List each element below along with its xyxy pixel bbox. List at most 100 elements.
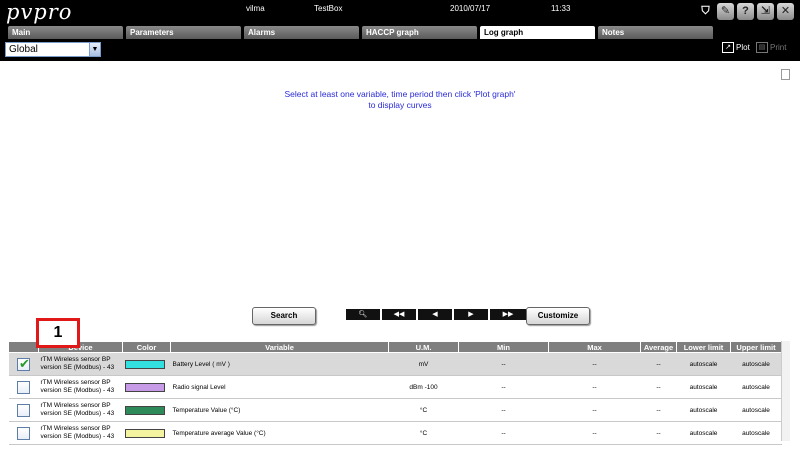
rewind-fast-icon[interactable]: ◀◀ bbox=[382, 309, 416, 320]
min-cell: -- bbox=[458, 375, 549, 399]
color-swatch[interactable] bbox=[124, 359, 165, 369]
device-cell: rTM Wireless sensor BP version SE (Modbus… bbox=[38, 398, 123, 422]
tab-bar: Main Parameters Alarms HACCP graph Log g… bbox=[0, 26, 800, 39]
graph-message: Select at least one variable, time perio… bbox=[200, 89, 600, 111]
row-checkbox[interactable] bbox=[17, 426, 30, 440]
average-cell: -- bbox=[640, 375, 677, 399]
um-cell: mV bbox=[388, 352, 459, 376]
row-checkbox[interactable] bbox=[17, 403, 30, 417]
print-label: Print bbox=[770, 43, 787, 52]
lower-limit-cell[interactable]: autoscale bbox=[676, 421, 731, 445]
min-cell: -- bbox=[458, 421, 549, 445]
header-um: U.M. bbox=[388, 341, 459, 353]
tab-main[interactable]: Main bbox=[8, 26, 123, 39]
variable-cell: Temperature average Value (°C) bbox=[170, 421, 389, 445]
app-logo: pvpro bbox=[6, 0, 73, 24]
table-scrollbar[interactable] bbox=[781, 341, 790, 441]
plot-button[interactable]: ↗ Plot bbox=[722, 42, 750, 53]
header-min: Min bbox=[458, 341, 549, 353]
scope-select[interactable]: Global ▼ bbox=[5, 42, 101, 57]
checkmark-icon: ✔ bbox=[19, 355, 30, 371]
row-checkbox[interactable]: ✔ bbox=[17, 355, 30, 371]
close-icon[interactable]: ✕ bbox=[777, 3, 794, 20]
variable-cell: Battery Level ( mV ) bbox=[170, 352, 389, 376]
color-cell[interactable] bbox=[122, 375, 171, 399]
variable-cell: Radio signal Level bbox=[170, 375, 389, 399]
color-swatch[interactable] bbox=[124, 405, 165, 415]
max-cell: -- bbox=[548, 398, 641, 422]
tools-icon[interactable]: ✎ bbox=[717, 3, 734, 20]
lower-limit-cell[interactable]: autoscale bbox=[676, 375, 731, 399]
logout-icon[interactable]: ⇲ bbox=[757, 3, 774, 20]
lower-limit-cell[interactable]: autoscale bbox=[676, 352, 731, 376]
header-lower-limit: Lower limit bbox=[676, 341, 731, 353]
rewind-icon[interactable]: ◀ bbox=[418, 309, 452, 320]
zoom-icon[interactable]: 🔍︎ bbox=[346, 309, 380, 320]
max-cell: -- bbox=[548, 352, 641, 376]
upper-limit-cell[interactable]: autoscale bbox=[730, 421, 782, 445]
title-bar-icons: ⛉ ✎ ? ⇲ ✕ bbox=[697, 3, 794, 20]
variables-table: Device Color Variable U.M. Min Max Avera… bbox=[8, 341, 782, 445]
header-color: Color bbox=[122, 341, 171, 353]
max-cell: -- bbox=[548, 375, 641, 399]
average-cell: -- bbox=[640, 398, 677, 422]
date-label: 2010/07/17 bbox=[450, 4, 491, 13]
um-cell: dBm -100 bbox=[388, 375, 459, 399]
tab-alarms[interactable]: Alarms bbox=[244, 26, 359, 39]
header-max: Max bbox=[548, 341, 641, 353]
scope-select-value: Global bbox=[9, 44, 38, 55]
title-bar: pvpro vilma TestBox 2010/07/17 11:33 ⛉ ✎… bbox=[0, 0, 800, 26]
graph-scrollbar[interactable] bbox=[781, 69, 790, 80]
tab-log-graph[interactable]: Log graph bbox=[480, 26, 595, 39]
time-navigation: 🔍︎ ◀◀ ◀ ▶ ▶▶ bbox=[346, 309, 526, 320]
min-cell: -- bbox=[458, 398, 549, 422]
header-upper-limit: Upper limit bbox=[730, 341, 782, 353]
search-button[interactable]: Search bbox=[252, 307, 316, 325]
color-swatch[interactable] bbox=[124, 382, 165, 392]
print-button[interactable]: ▤ Print bbox=[756, 42, 786, 53]
min-cell: -- bbox=[458, 352, 549, 376]
row-checkbox[interactable] bbox=[17, 380, 30, 394]
printer-icon: ▤ bbox=[756, 42, 768, 53]
tab-parameters[interactable]: Parameters bbox=[126, 26, 241, 39]
color-cell[interactable] bbox=[122, 352, 171, 376]
lower-limit-cell[interactable]: autoscale bbox=[676, 398, 731, 422]
upper-limit-cell[interactable]: autoscale bbox=[730, 375, 782, 399]
table-row[interactable]: rTM Wireless sensor BP version SE (Modbus… bbox=[8, 398, 782, 422]
device-cell: rTM Wireless sensor BP version SE (Modbus… bbox=[38, 375, 123, 399]
forward-fast-icon[interactable]: ▶▶ bbox=[490, 309, 526, 320]
table-header-row: Device Color Variable U.M. Min Max Avera… bbox=[8, 341, 782, 353]
toolbar: Global ▼ ↗ Plot ▤ Print bbox=[0, 39, 800, 61]
shield-icon[interactable]: ⛉ bbox=[697, 3, 714, 20]
time-label: 11:33 bbox=[551, 4, 571, 13]
average-cell: -- bbox=[640, 421, 677, 445]
upper-limit-cell[interactable]: autoscale bbox=[730, 398, 782, 422]
table-row[interactable]: rTM Wireless sensor BP version SE (Modbus… bbox=[8, 421, 782, 445]
chart-icon: ↗ bbox=[722, 42, 734, 53]
um-cell: °C bbox=[388, 398, 459, 422]
variable-cell: Temperature Value (°C) bbox=[170, 398, 389, 422]
table-row[interactable]: rTM Wireless sensor BP version SE (Modbus… bbox=[8, 375, 782, 399]
um-cell: °C bbox=[388, 421, 459, 445]
average-cell: -- bbox=[640, 352, 677, 376]
device-cell: rTM Wireless sensor BP version SE (Modbus… bbox=[38, 421, 123, 445]
color-swatch[interactable] bbox=[124, 428, 165, 438]
upper-limit-cell[interactable]: autoscale bbox=[730, 352, 782, 376]
max-cell: -- bbox=[548, 421, 641, 445]
color-cell[interactable] bbox=[122, 421, 171, 445]
tab-haccp-graph[interactable]: HACCP graph bbox=[362, 26, 477, 39]
forward-icon[interactable]: ▶ bbox=[454, 309, 488, 320]
tab-notes[interactable]: Notes bbox=[598, 26, 713, 39]
header-average: Average bbox=[640, 341, 677, 353]
color-cell[interactable] bbox=[122, 398, 171, 422]
site-name: TestBox bbox=[314, 4, 343, 13]
plot-label: Plot bbox=[736, 43, 750, 52]
device-cell: rTM Wireless sensor BP version SE (Modbus… bbox=[38, 352, 123, 376]
customize-button[interactable]: Customize bbox=[526, 307, 590, 325]
graph-message-line2: to display curves bbox=[368, 100, 432, 110]
header-variable: Variable bbox=[170, 341, 389, 353]
help-icon[interactable]: ? bbox=[737, 3, 754, 20]
chevron-down-icon[interactable]: ▼ bbox=[89, 43, 100, 56]
callout-number: 1 bbox=[36, 318, 80, 348]
table-row[interactable]: ✔ rTM Wireless sensor BP version SE (Modb… bbox=[8, 352, 782, 376]
